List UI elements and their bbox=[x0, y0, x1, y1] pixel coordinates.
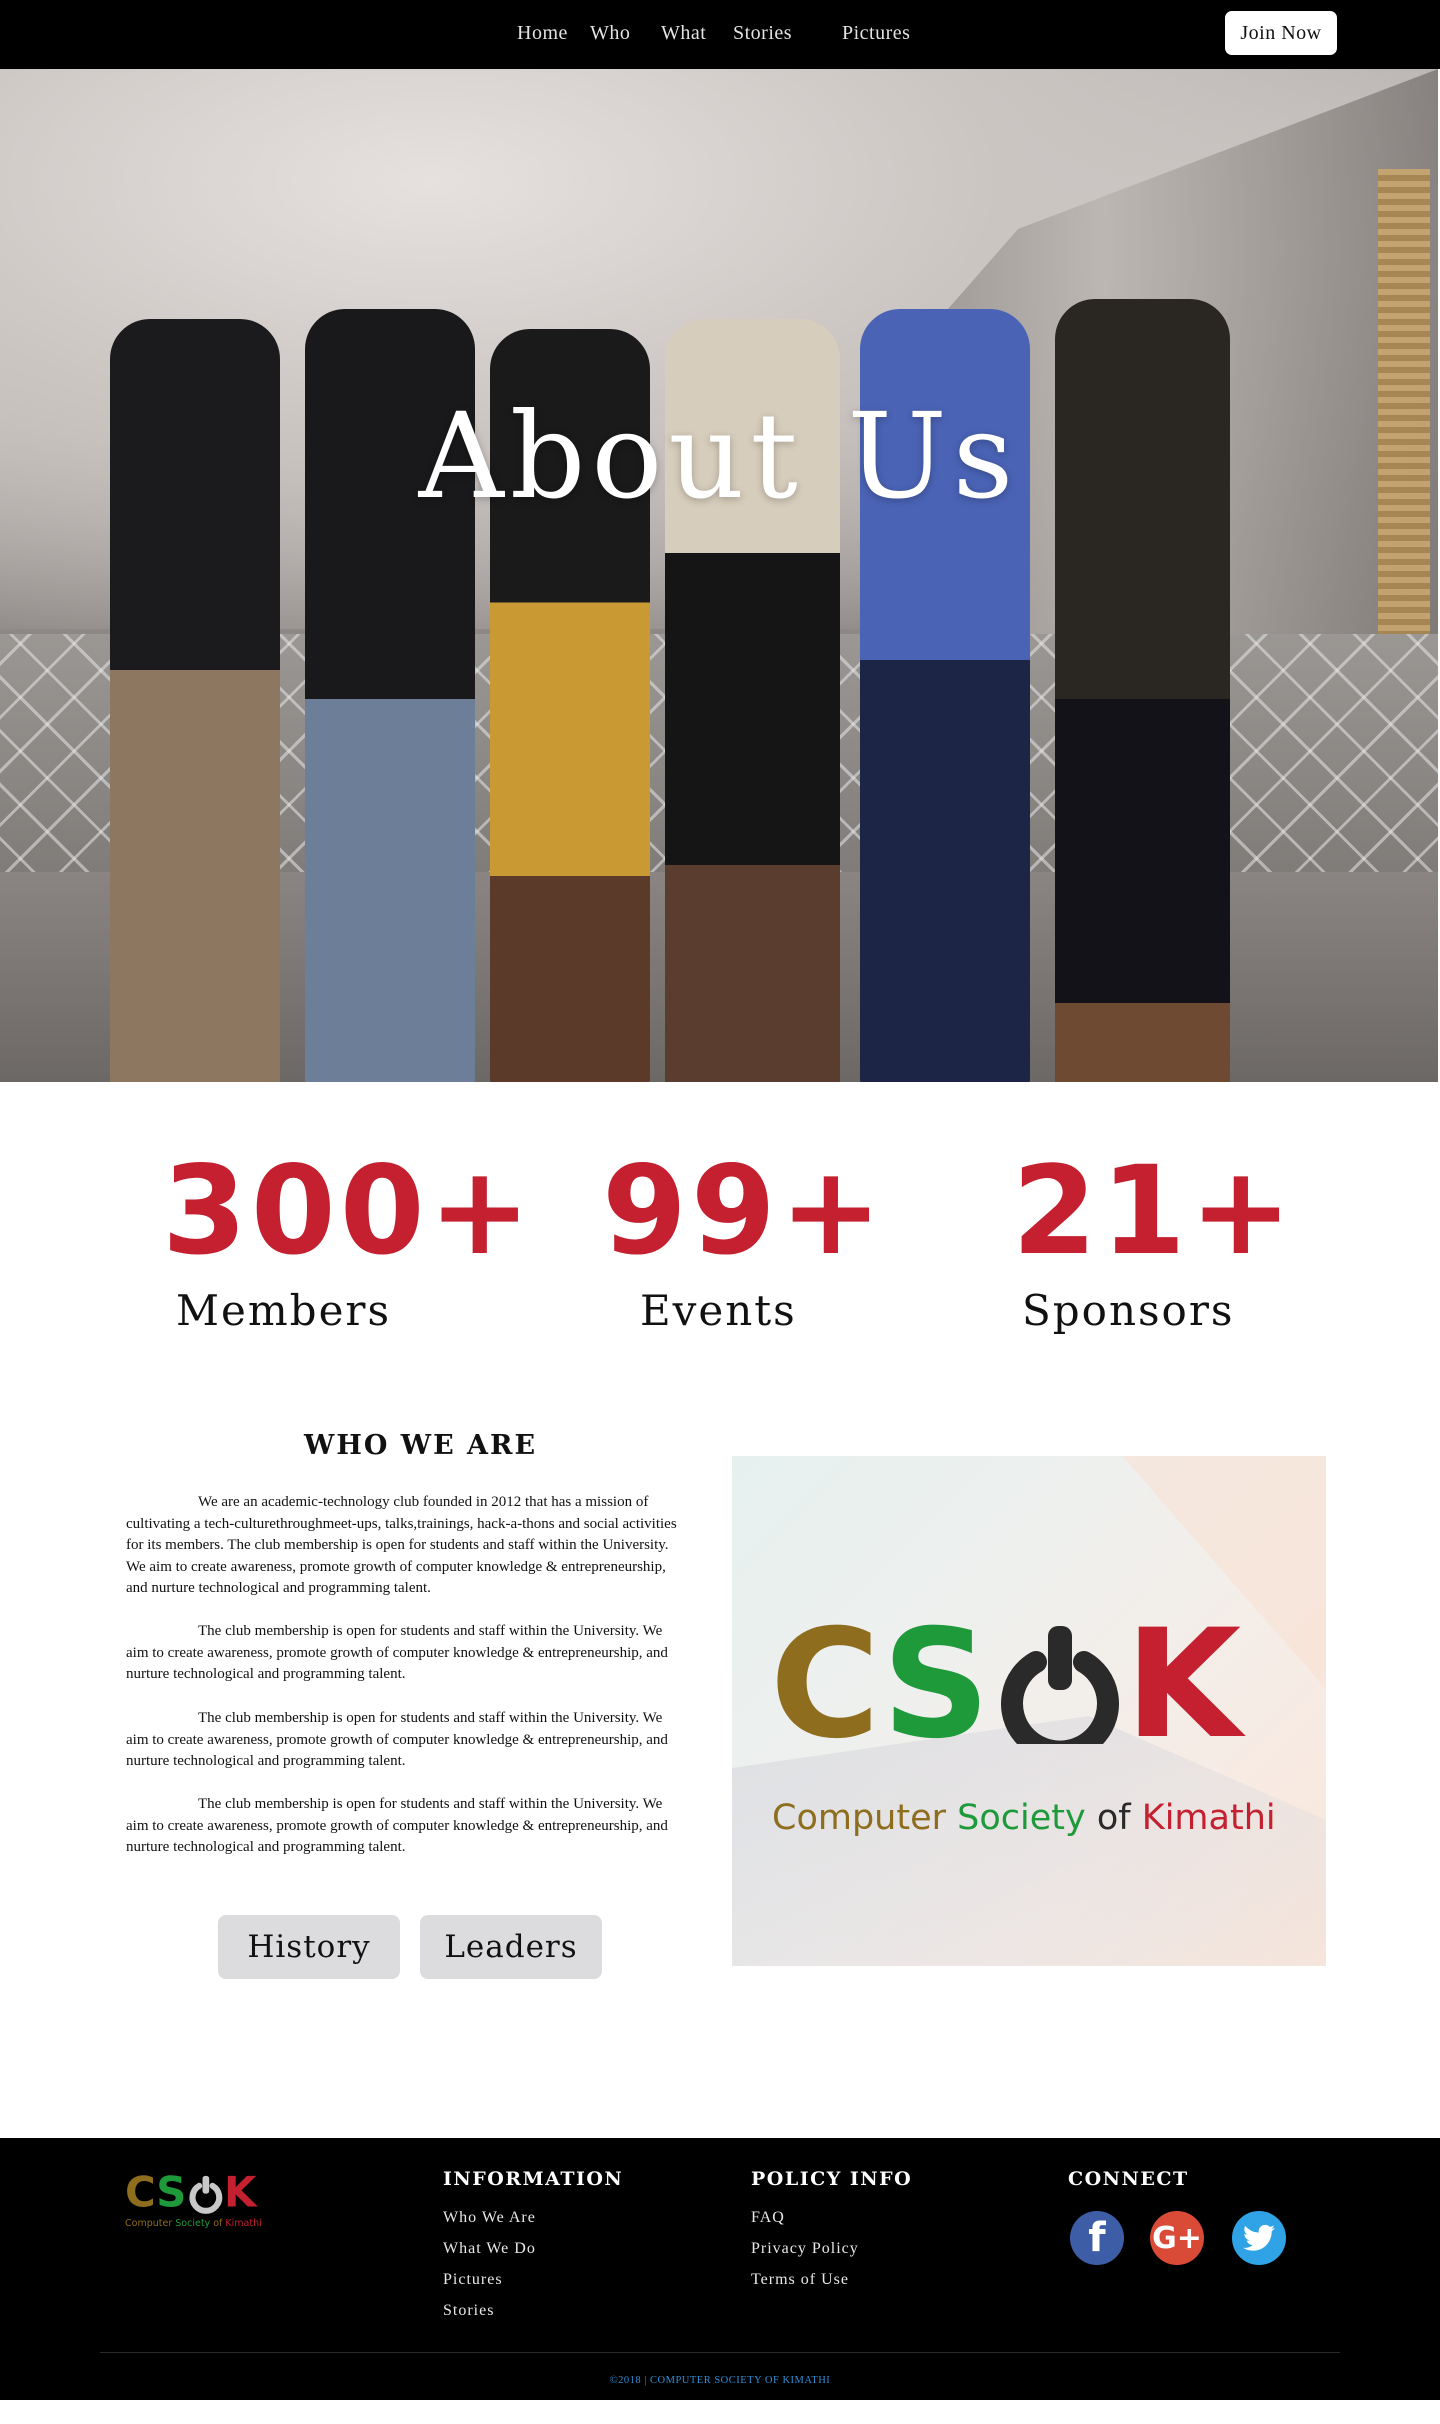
footer-logo-letter-k: K bbox=[224, 2168, 258, 2217]
stat-events-value: 99+ bbox=[602, 1140, 886, 1282]
footer-heading-policy: POLICY INFO bbox=[751, 2168, 913, 2190]
stat-sponsors-label: Sponsors bbox=[1022, 1286, 1235, 1335]
logo-letter-c: C bbox=[770, 1624, 880, 1744]
hero-title: About Us bbox=[418, 387, 1020, 525]
footer-logo-letter-s: S bbox=[156, 2168, 186, 2217]
footer-divider bbox=[100, 2352, 1340, 2353]
who-paragraph-text: The club membership is open for students… bbox=[126, 1623, 668, 1683]
stat-sponsors-value: 21+ bbox=[1012, 1140, 1296, 1282]
footer-heading-connect: CONNECT bbox=[1068, 2168, 1189, 2190]
logo-background-facet bbox=[732, 1716, 1326, 1966]
footer-link-privacy-policy[interactable]: Privacy Policy bbox=[751, 2240, 859, 2258]
google-plus-icon[interactable]: G+ bbox=[1150, 2211, 1204, 2265]
who-paragraph: The club membership is open for students… bbox=[126, 1794, 686, 1859]
twitter-icon[interactable] bbox=[1232, 2211, 1286, 2265]
nav-link-pictures[interactable]: Pictures bbox=[842, 22, 910, 45]
twitter-bird-glyph bbox=[1243, 2224, 1275, 2251]
footer-logo-subtitle-word: of bbox=[213, 2218, 223, 2229]
nav-link-stories[interactable]: Stories bbox=[733, 22, 792, 45]
who-paragraph-text: We are an academic-technology club found… bbox=[126, 1494, 677, 1597]
logo-subtitle-word: Society bbox=[957, 1798, 1086, 1838]
who-paragraph: The club membership is open for students… bbox=[126, 1708, 686, 1773]
footer-logo-subtitle-word: Kimathi bbox=[225, 2218, 262, 2229]
history-button[interactable]: History bbox=[218, 1915, 400, 1979]
top-navbar: Home Who What Stories Pictures Join Now bbox=[0, 0, 1440, 69]
footer-logo-subtitle-word: Society bbox=[175, 2218, 211, 2229]
nav-link-who[interactable]: Who bbox=[590, 22, 630, 45]
who-paragraph: We are an academic-technology club found… bbox=[126, 1492, 686, 1600]
site-footer: C S K Computer Society of Kimathi INFORM… bbox=[0, 2138, 1440, 2400]
footer-logo-subtitle: Computer Society of Kimathi bbox=[125, 2218, 262, 2229]
logo-letter-s: S bbox=[882, 1624, 990, 1744]
csok-logo-mark: C S K bbox=[770, 1624, 1246, 1744]
footer-link-who-we-are[interactable]: Who We Are bbox=[443, 2209, 536, 2227]
footer-logo-subtitle-word: Computer bbox=[125, 2218, 173, 2229]
footer-link-faq[interactable]: FAQ bbox=[751, 2209, 785, 2227]
leaders-button[interactable]: Leaders bbox=[420, 1915, 602, 1979]
footer-link-what-we-do[interactable]: What We Do bbox=[443, 2240, 536, 2258]
csok-logo-panel: C S K Computer Society of Kimathi bbox=[732, 1456, 1326, 1966]
footer-logo[interactable]: C S K Computer Society of Kimathi bbox=[125, 2166, 270, 2236]
footer-link-stories[interactable]: Stories bbox=[443, 2302, 494, 2320]
csok-logo-subtitle: Computer Society of Kimathi bbox=[772, 1798, 1276, 1838]
footer-logo-letter-c: C bbox=[125, 2168, 156, 2217]
who-paragraph: The club membership is open for students… bbox=[126, 1621, 686, 1686]
hero-banner: About Us bbox=[0, 69, 1438, 1082]
stat-events-label: Events bbox=[640, 1286, 797, 1335]
facebook-icon[interactable]: f bbox=[1070, 2211, 1124, 2265]
footer-csok-mark: C S K bbox=[125, 2168, 258, 2217]
footer-heading-information: INFORMATION bbox=[443, 2168, 624, 2190]
copyright-text: ©2018 | COMPUTER SOCIETY OF KIMATHI bbox=[609, 2375, 831, 2386]
logo-subtitle-word: of bbox=[1096, 1798, 1131, 1838]
nav-link-what[interactable]: What bbox=[661, 22, 706, 45]
who-paragraph-text: The club membership is open for students… bbox=[126, 1796, 668, 1856]
stat-members-label: Members bbox=[176, 1286, 392, 1335]
stat-members-value: 300+ bbox=[162, 1140, 535, 1282]
footer-link-terms-of-use[interactable]: Terms of Use bbox=[751, 2271, 849, 2289]
footer-link-pictures[interactable]: Pictures bbox=[443, 2271, 503, 2289]
logo-subtitle-word: Kimathi bbox=[1141, 1798, 1276, 1838]
footer-power-icon bbox=[189, 2175, 223, 2214]
logo-letter-k: K bbox=[1125, 1624, 1246, 1744]
nav-link-home[interactable]: Home bbox=[517, 22, 568, 45]
join-now-button[interactable]: Join Now bbox=[1225, 11, 1337, 55]
who-we-are-heading: WHO WE ARE bbox=[304, 1430, 538, 1461]
who-paragraph-text: The club membership is open for students… bbox=[126, 1710, 668, 1770]
power-icon bbox=[1001, 1626, 1119, 1744]
logo-subtitle-word: Computer bbox=[772, 1798, 946, 1838]
